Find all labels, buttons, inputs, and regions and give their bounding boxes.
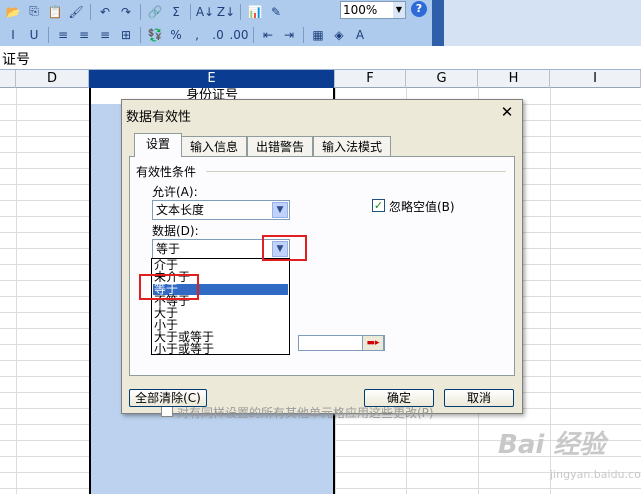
annotation-box-option — [139, 274, 199, 300]
align-center-button[interactable]: ≡ — [75, 26, 93, 44]
paste-icon[interactable]: 📋 — [46, 3, 64, 21]
close-icon[interactable]: ✕ — [498, 103, 516, 121]
clear-all-button[interactable]: 全部清除(C) — [129, 389, 207, 407]
tab-input-message[interactable]: 输入信息 — [181, 136, 247, 156]
currency-button[interactable]: 💱 — [146, 26, 164, 44]
toolbar-separator — [303, 26, 304, 43]
collapse-dialog-icon[interactable]: ▬▸ — [362, 335, 384, 351]
column-header-partial[interactable] — [0, 70, 16, 88]
drawing-icon[interactable]: ✎ — [267, 3, 285, 21]
allow-label: 允许(A): — [152, 185, 198, 199]
formatting-toolbar-row: I U ≡ ≡ ≡ ⊞ 💱%, .0.00 ⇤ ⇥ ▦ ◈ A — [0, 23, 441, 46]
tab-error-alert[interactable]: 出错警告 — [247, 136, 313, 156]
column-header-f[interactable]: F — [335, 70, 406, 88]
allow-select[interactable]: 文本长度 ▼ — [152, 200, 290, 220]
watermark-url: jingyan.baidu.com — [550, 468, 641, 481]
dialog-title: 数据有效性 — [126, 110, 192, 125]
tab-settings[interactable]: 设置 — [134, 133, 182, 157]
ignore-blank-label: 忽略空值(B) — [389, 200, 455, 214]
data-dropdown-list[interactable]: 介于 未介于 等于 不等于 大于 小于 大于或等于 小于或等于 — [151, 258, 290, 355]
copy-icon[interactable]: ⎘ — [25, 3, 43, 21]
increase-decimal-button[interactable]: .0 — [209, 26, 227, 44]
align-right-button[interactable]: ≡ — [96, 26, 114, 44]
grid-line-vertical — [16, 88, 17, 494]
comma-button[interactable]: , — [188, 26, 206, 44]
toolbar-separator — [253, 26, 254, 43]
format-painter-icon[interactable]: 🖌 — [67, 3, 85, 21]
divider — [206, 171, 506, 172]
section-title: 有效性条件 — [136, 165, 197, 179]
merge-center-button[interactable]: ⊞ — [117, 26, 135, 44]
chart-icon[interactable]: 📊 — [246, 3, 264, 21]
redo-icon[interactable]: ↷ — [117, 3, 135, 21]
italic-button[interactable]: I — [4, 26, 22, 44]
chevron-down-icon[interactable]: ▼ — [272, 202, 288, 218]
column-header-h[interactable]: H — [478, 70, 550, 88]
ok-button[interactable]: 确定 — [364, 389, 434, 407]
watermark-brand: Bai 经验 — [498, 430, 606, 460]
help-icon[interactable]: ? — [411, 1, 427, 17]
watermark-logo: Bai 经验 jingyan.baidu.com — [498, 414, 641, 494]
font-color-button[interactable]: A — [351, 26, 369, 44]
toolbar-separator — [140, 3, 141, 20]
increase-indent-button[interactable]: ⇥ — [280, 26, 298, 44]
toolbar-grip[interactable] — [432, 0, 444, 46]
hyperlink-icon[interactable]: 🔗 — [146, 3, 164, 21]
column-header-d[interactable]: D — [16, 70, 89, 88]
zoom-select[interactable]: 100% ▼ — [340, 1, 406, 19]
folder-icon[interactable]: 📂 — [4, 3, 22, 21]
column-header-e[interactable]: E — [89, 70, 335, 88]
underline-button[interactable]: U — [25, 26, 43, 44]
decrease-indent-button[interactable]: ⇤ — [259, 26, 277, 44]
column-header-g[interactable]: G — [406, 70, 478, 88]
data-value: 等于 — [156, 242, 181, 256]
toolbar-separator — [140, 26, 141, 43]
toolbar-separator — [240, 3, 241, 20]
align-left-button[interactable]: ≡ — [54, 26, 72, 44]
undo-icon[interactable]: ↶ — [96, 3, 114, 21]
tab-ime-mode[interactable]: 输入法模式 — [313, 136, 391, 156]
borders-button[interactable]: ▦ — [309, 26, 327, 44]
decrease-decimal-button[interactable]: .00 — [229, 26, 248, 44]
allow-value: 文本长度 — [156, 203, 205, 217]
sort-desc-icon[interactable]: Z↓ — [217, 3, 235, 21]
cancel-button[interactable]: 取消 — [444, 389, 514, 407]
formula-bar[interactable]: 证号 — [0, 46, 641, 70]
chevron-down-icon: ▼ — [393, 2, 405, 18]
fill-color-button[interactable]: ◈ — [330, 26, 348, 44]
toolbar: 📂 ⎘ 📋 🖌 ↶ ↷ 🔗 Σ A↓ Z↓ 📊 ✎ I U ≡ ≡ ≡ ⊞ 💱%, .0.00 ⇤ ⇥ ▦ ◈ A 100% ▼… — [0, 0, 641, 46]
data-label: 数据(D): — [152, 224, 199, 238]
sum-icon[interactable]: Σ — [167, 3, 185, 21]
column-header-row: D E F G H I — [0, 70, 641, 88]
percent-button[interactable]: % — [167, 26, 185, 44]
zoom-value: 100% — [343, 3, 378, 17]
formula-text: 证号 — [2, 52, 30, 68]
toolbar-separator — [90, 3, 91, 20]
toolbar-separator — [190, 3, 191, 20]
toolbar-empty-area — [444, 0, 641, 46]
data-validation-dialog: 数据有效性 ✕ 设置 输入信息 出错警告 输入法模式 有效性条件 允许(A): … — [121, 99, 523, 420]
sort-asc-icon[interactable]: A↓ — [196, 3, 214, 21]
ignore-blank-checkbox[interactable]: ✓ — [372, 199, 385, 212]
column-header-i[interactable]: I — [550, 70, 641, 88]
annotation-box-arrow — [262, 235, 307, 261]
list-item[interactable]: 小于或等于 — [153, 343, 288, 355]
toolbar-separator — [48, 26, 49, 43]
